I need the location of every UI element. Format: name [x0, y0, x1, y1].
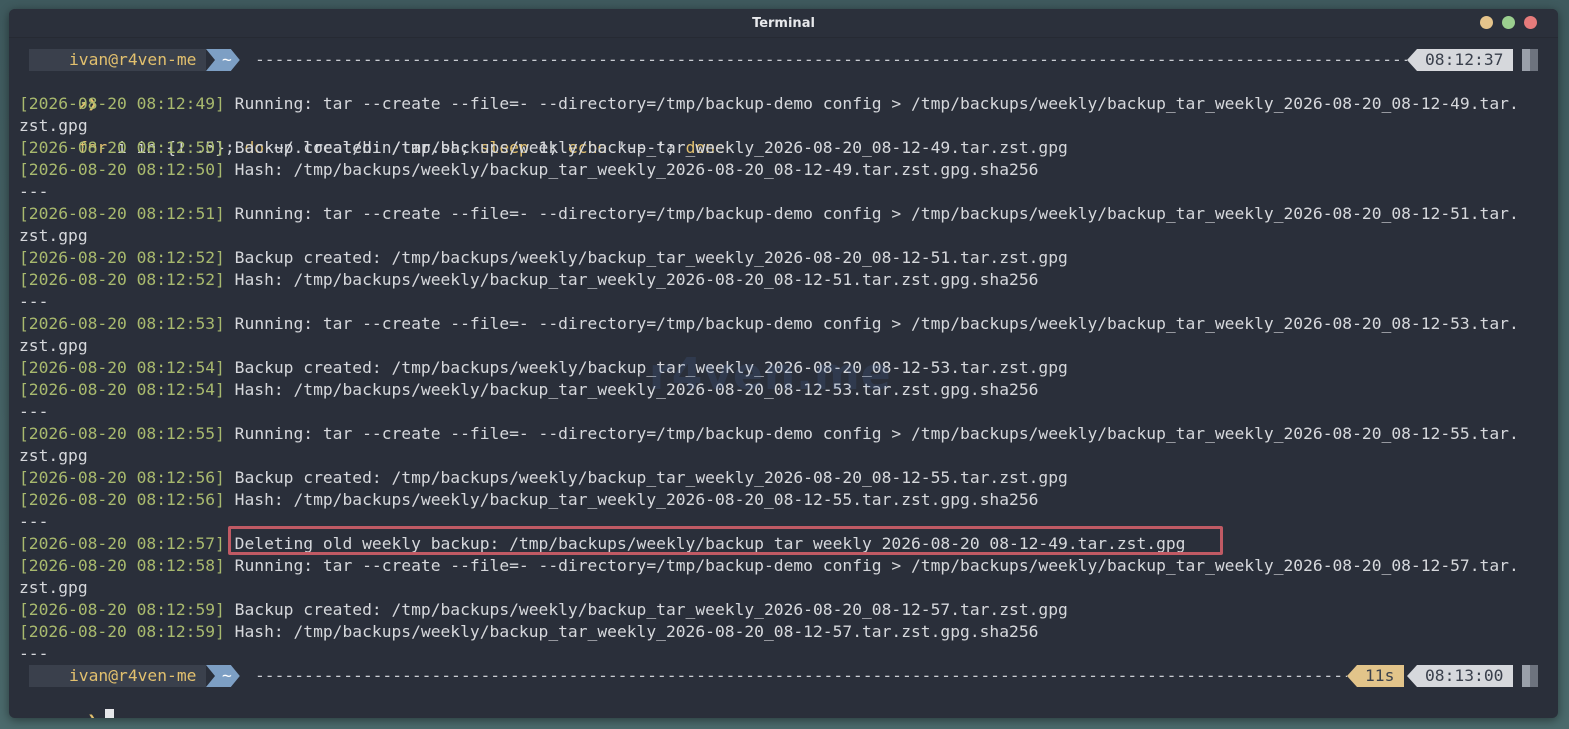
prompt-dir: ~ — [206, 49, 240, 71]
terminal-content[interactable]: ivan@r4ven-me ~ ------------------------… — [19, 49, 1549, 718]
prompt-os-segment — [29, 665, 59, 687]
log-timestamp: [2026-08-20 08:12:58] — [19, 556, 225, 575]
close-button[interactable] — [1524, 16, 1537, 29]
prompt-tail — [1522, 665, 1530, 687]
log-timestamp: [2026-08-20 08:12:59] — [19, 622, 225, 641]
output-line: --- — [19, 291, 1549, 313]
log-message: Backup created: /tmp/backups/weekly/back… — [224, 600, 1068, 619]
log-timestamp: [2026-08-20 08:12:56] — [19, 490, 225, 509]
log-timestamp: [2026-08-20 08:12:54] — [19, 380, 225, 399]
output-line: [2026-08-20 08:12:53] Running: tar --cre… — [19, 313, 1549, 335]
highlight-box — [228, 526, 1223, 555]
log-message: zst.gpg — [19, 446, 88, 465]
log-message: Hash: /tmp/backups/weekly/backup_tar_wee… — [224, 622, 1039, 641]
input-line[interactable]: ↗❯ — [19, 687, 1549, 718]
output-line: --- — [19, 401, 1549, 423]
output-line: zst.gpg — [19, 577, 1549, 599]
log-message: --- — [19, 402, 49, 421]
log-timestamp: [2026-08-20 08:12:52] — [19, 248, 225, 267]
output-line: [2026-08-20 08:12:51] Running: tar --cre… — [19, 203, 1549, 225]
log-message: zst.gpg — [19, 336, 88, 355]
prompt-tail — [1522, 49, 1530, 71]
log-message: --- — [19, 292, 49, 311]
log-message: --- — [19, 644, 49, 663]
prompt-user: ivan@r4ven-me — [59, 665, 207, 687]
prompt-tail — [1530, 665, 1538, 687]
output-line: zst.gpg — [19, 115, 1549, 137]
command-line: ↗❯ for i in {1..5}; do ~/.local/bin/tar.… — [19, 71, 1549, 157]
prompt-bar-top: ivan@r4ven-me ~ ------------------------… — [19, 49, 1549, 71]
output-line: --- — [19, 643, 1549, 665]
log-timestamp: [2026-08-20 08:12:50] — [19, 138, 225, 157]
output-line: [2026-08-20 08:12:50] Hash: /tmp/backups… — [19, 159, 1549, 181]
log-message: --- — [19, 512, 49, 531]
log-timestamp: [2026-08-20 08:12:59] — [19, 600, 225, 619]
log-message: Backup created: /tmp/backups/weekly/back… — [224, 138, 1068, 157]
log-message: Hash: /tmp/backups/weekly/backup_tar_wee… — [224, 270, 1039, 289]
log-message: --- — [19, 182, 49, 201]
minimize-button[interactable] — [1480, 16, 1493, 29]
log-message: Running: tar --create --file=- --directo… — [224, 556, 1519, 575]
output-line: [2026-08-20 08:12:59] Backup created: /t… — [19, 599, 1549, 621]
output-line: [2026-08-20 08:12:54] Backup created: /t… — [19, 357, 1549, 379]
output-line: [2026-08-20 08:12:55] Running: tar --cre… — [19, 423, 1549, 445]
output-line: zst.gpg — [19, 445, 1549, 467]
prompt-bar-bottom: ivan@r4ven-me ~ ------------------------… — [19, 665, 1549, 687]
log-message: zst.gpg — [19, 578, 88, 597]
output-line: [2026-08-20 08:12:58] Running: tar --cre… — [19, 555, 1549, 577]
output-line: [2026-08-20 08:12:52] Backup created: /t… — [19, 247, 1549, 269]
text-cursor — [105, 709, 115, 718]
log-message: Running: tar --create --file=- --directo… — [224, 314, 1519, 333]
prompt-os-segment — [29, 49, 59, 71]
log-timestamp: [2026-08-20 08:12:54] — [19, 358, 225, 377]
log-message: Running: tar --create --file=- --directo… — [224, 424, 1519, 443]
log-message: zst.gpg — [19, 226, 88, 245]
output-line: zst.gpg — [19, 335, 1549, 357]
prompt-duration: 11s — [1347, 665, 1405, 687]
prompt-tail — [1530, 49, 1538, 71]
output-line: --- — [19, 181, 1549, 203]
log-timestamp: [2026-08-20 08:12:57] — [19, 534, 225, 553]
prompt-filler: ----------------------------------------… — [255, 50, 1407, 69]
prompt-filler: ----------------------------------------… — [255, 666, 1347, 685]
log-timestamp: [2026-08-20 08:12:49] — [19, 94, 225, 113]
log-timestamp: [2026-08-20 08:12:56] — [19, 468, 225, 487]
log-timestamp: [2026-08-20 08:12:52] — [19, 270, 225, 289]
log-message: Backup created: /tmp/backups/weekly/back… — [224, 468, 1068, 487]
prompt-arrow-icon: ↗❯ — [78, 710, 98, 718]
log-message: Running: tar --create --file=- --directo… — [224, 204, 1519, 223]
window-controls — [1480, 16, 1537, 29]
log-message: Hash: /tmp/backups/weekly/backup_tar_wee… — [224, 160, 1039, 179]
maximize-button[interactable] — [1502, 16, 1515, 29]
log-timestamp: [2026-08-20 08:12:50] — [19, 160, 225, 179]
output-line: [2026-08-20 08:12:56] Hash: /tmp/backups… — [19, 489, 1549, 511]
output-line: [2026-08-20 08:12:56] Backup created: /t… — [19, 467, 1549, 489]
prompt-dir: ~ — [206, 665, 240, 687]
prompt-time: 08:12:37 — [1407, 49, 1514, 71]
output-line: [2026-08-20 08:12:59] Hash: /tmp/backups… — [19, 621, 1549, 643]
log-message: Hash: /tmp/backups/weekly/backup_tar_wee… — [224, 490, 1039, 509]
log-message: zst.gpg — [19, 116, 88, 135]
log-timestamp: [2026-08-20 08:12:55] — [19, 424, 225, 443]
output-line: [2026-08-20 08:12:54] Hash: /tmp/backups… — [19, 379, 1549, 401]
log-timestamp: [2026-08-20 08:12:51] — [19, 204, 225, 223]
log-message: Running: tar --create --file=- --directo… — [224, 94, 1519, 113]
output-line: [2026-08-20 08:12:52] Hash: /tmp/backups… — [19, 269, 1549, 291]
command-output: [2026-08-20 08:12:49] Running: tar --cre… — [19, 93, 1549, 665]
terminal-window: Terminal ivan@r4ven-me ~ ---------------… — [9, 9, 1558, 718]
output-line: [2026-08-20 08:12:49] Running: tar --cre… — [19, 93, 1549, 115]
prompt-user: ivan@r4ven-me — [59, 49, 207, 71]
title-bar[interactable]: Terminal — [9, 9, 1558, 38]
log-message: Hash: /tmp/backups/weekly/backup_tar_wee… — [224, 380, 1039, 399]
log-message: Backup created: /tmp/backups/weekly/back… — [224, 248, 1068, 267]
prompt-time: 08:13:00 — [1407, 665, 1514, 687]
window-title: Terminal — [752, 16, 815, 31]
output-line: zst.gpg — [19, 225, 1549, 247]
output-line: [2026-08-20 08:12:57] Deleting old weekl… — [19, 526, 1549, 555]
log-message: Backup created: /tmp/backups/weekly/back… — [224, 358, 1068, 377]
log-timestamp: [2026-08-20 08:12:53] — [19, 314, 225, 333]
output-line: [2026-08-20 08:12:50] Backup created: /t… — [19, 137, 1549, 159]
